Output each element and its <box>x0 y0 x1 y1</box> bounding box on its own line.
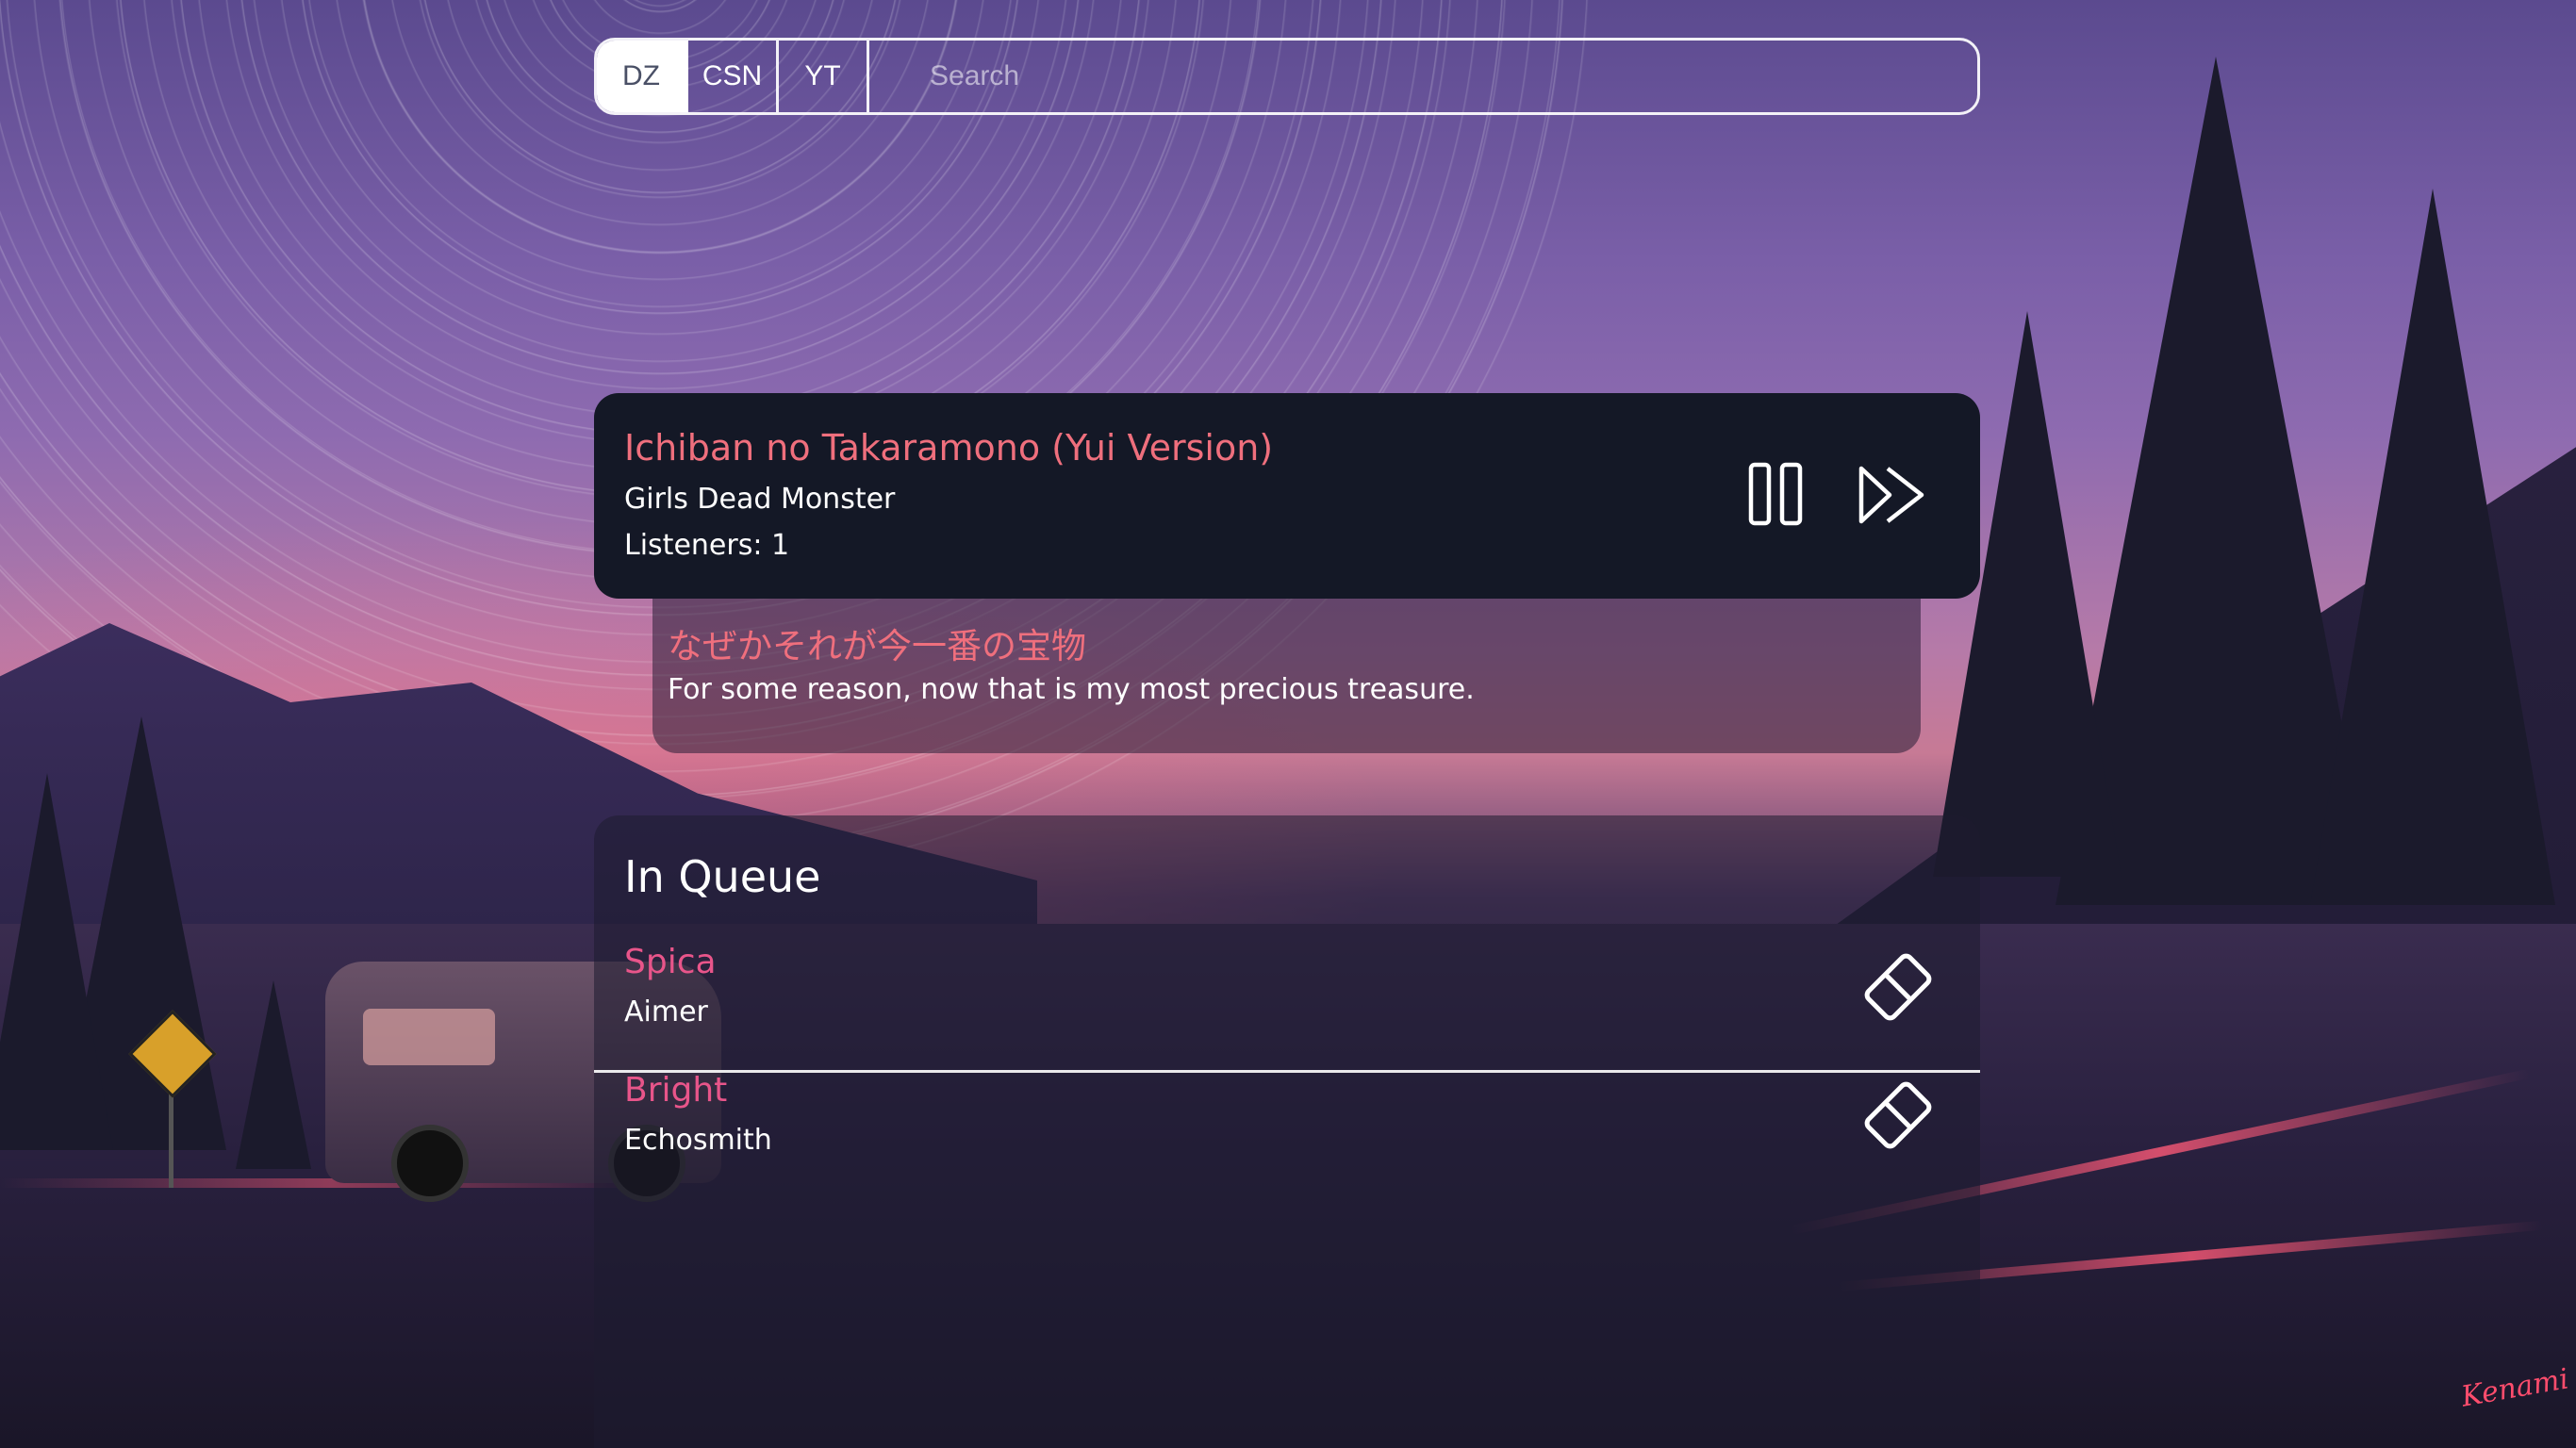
queue-heading: In Queue <box>624 851 821 902</box>
eraser-icon <box>1864 953 1932 1021</box>
van-wheel <box>391 1125 469 1202</box>
queue-panel: In Queue Spica Aimer Bright Echosmith <box>594 815 1980 1448</box>
queue-item-title: Spica <box>624 943 717 981</box>
remove-from-queue-button[interactable] <box>1856 1073 1940 1158</box>
search-bar: DZ CSN YT <box>594 38 1980 115</box>
queue-item-artist: Echosmith <box>624 1124 772 1157</box>
pause-button[interactable] <box>1742 459 1814 531</box>
skip-forward-icon <box>1858 466 1924 524</box>
lyrics-panel: なぜかそれが今一番の宝物 For some reason, now that i… <box>652 599 1921 753</box>
queue-item-title: Bright <box>624 1071 728 1110</box>
listener-count: Listeners: 1 <box>624 529 790 562</box>
queue-item: Spica Aimer <box>594 943 1980 1073</box>
eraser-icon <box>1864 1081 1932 1149</box>
track-artist: Girls Dead Monster <box>624 483 896 516</box>
now-playing-card: Ichiban no Takaramono (Yui Version) Girl… <box>594 393 1980 599</box>
remove-from-queue-button[interactable] <box>1856 945 1940 1029</box>
queue-item: Bright Echosmith <box>594 1071 1980 1198</box>
skip-forward-button[interactable] <box>1856 459 1927 531</box>
van-window <box>363 1009 495 1065</box>
track-title: Ichiban no Takaramono (Yui Version) <box>624 427 1274 469</box>
lyric-translation: For some reason, now that is my most pre… <box>668 673 1475 706</box>
queue-item-artist: Aimer <box>624 996 708 1028</box>
source-tab-csn[interactable]: CSN <box>688 41 779 112</box>
lyric-original: なぜかそれが今一番の宝物 <box>668 626 1086 666</box>
pause-icon <box>1748 462 1803 526</box>
source-tab-yt[interactable]: YT <box>779 41 869 112</box>
source-tab-dz[interactable]: DZ <box>597 41 688 112</box>
search-input[interactable] <box>869 41 1977 112</box>
